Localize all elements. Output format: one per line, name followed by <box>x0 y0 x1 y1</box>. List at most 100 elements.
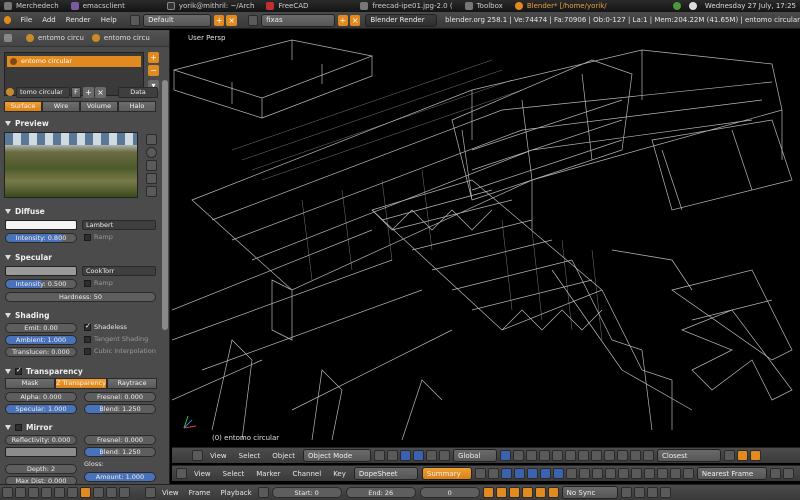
taskbar-item-merchedech[interactable]: Merchedech <box>0 2 67 10</box>
mirror-panel-header[interactable]: Mirror <box>0 420 52 434</box>
tab-surface[interactable]: Surface <box>4 101 42 112</box>
pivot-icon[interactable] <box>387 450 399 461</box>
blender-logo-icon[interactable] <box>4 16 12 24</box>
ambient-slider[interactable]: Ambient: 1.000 <box>5 335 77 345</box>
filter-curve-icon[interactable] <box>617 468 629 479</box>
only-selected-icon[interactable] <box>474 468 486 479</box>
tl-menu-playback[interactable]: Playback <box>215 489 256 497</box>
ds-menu-select[interactable]: Select <box>217 470 251 478</box>
menu-view[interactable]: View <box>204 452 233 460</box>
context-world-icon[interactable] <box>41 487 52 498</box>
properties-scrollbar[interactable] <box>162 80 168 330</box>
keying-set-icon[interactable] <box>633 487 645 498</box>
scene-icon[interactable] <box>247 14 259 26</box>
menu-help[interactable]: Help <box>96 16 122 24</box>
tab-raytrace[interactable]: Raytrace <box>107 378 157 389</box>
transparency-specular-slider[interactable]: Specular: 1.000 <box>5 404 77 414</box>
dopesheet-snap-select[interactable]: Nearest Frame <box>696 467 767 480</box>
preview-panel-header[interactable]: Preview <box>0 116 49 130</box>
end-frame-field[interactable]: End: 26 <box>345 487 416 498</box>
orientation-select[interactable]: Global <box>453 449 498 462</box>
diffuse-intensity-slider[interactable]: Intensity: 0.800 <box>5 233 77 243</box>
mode-select[interactable]: Object Mode <box>303 449 372 462</box>
material-name-field[interactable]: tomo circular <box>16 87 70 98</box>
breadcrumb-material[interactable]: entomo circu <box>104 34 150 42</box>
specular-shader-select[interactable]: CookTorr <box>82 266 156 276</box>
filter-mesh-icon[interactable] <box>604 468 616 479</box>
properties-context-icon[interactable] <box>2 487 13 498</box>
timeline-editor-icon[interactable] <box>145 487 156 498</box>
diffuse-shader-select[interactable]: Lambert <box>82 220 156 230</box>
tab-wire[interactable]: Wire <box>42 101 80 112</box>
menu-add[interactable]: Add <box>37 16 61 24</box>
context-material-icon[interactable] <box>80 487 91 498</box>
alpha-field[interactable]: Alpha: 0.000 <box>5 392 77 402</box>
link-data-select[interactable]: Data <box>118 87 158 98</box>
context-render-icon[interactable] <box>15 487 26 498</box>
snap-target-select[interactable]: Closest <box>657 449 722 462</box>
tl-menu-view[interactable]: View <box>157 489 184 497</box>
specular-intensity-slider[interactable]: Intensity: 0.500 <box>5 279 77 289</box>
rotate-icon[interactable] <box>426 450 438 461</box>
taskbar-item-terminal[interactable]: yorik@mithril: ~/Arch <box>163 2 263 10</box>
insert-key-icon[interactable] <box>646 487 658 498</box>
context-particle-icon[interactable] <box>106 487 117 498</box>
play-reverse-icon[interactable] <box>508 487 520 498</box>
menu-render[interactable]: Render <box>61 16 96 24</box>
delete-key-icon[interactable] <box>659 487 671 498</box>
shadeless-checkbox[interactable] <box>84 322 91 331</box>
diffuse-color-swatch[interactable] <box>5 220 77 230</box>
snap-icon[interactable] <box>643 450 655 461</box>
layer-4[interactable] <box>539 450 551 461</box>
context-scene-icon[interactable] <box>28 487 39 498</box>
preview-cube-button[interactable] <box>146 160 157 171</box>
transparency-panel-header[interactable]: Transparency <box>0 364 83 378</box>
render-animation-icon[interactable] <box>750 450 762 461</box>
preview-flat-button[interactable] <box>146 134 157 145</box>
network-icon[interactable] <box>672 2 681 10</box>
render-engine-select[interactable]: Blender Render <box>365 13 438 27</box>
viewport-shading-icon[interactable] <box>374 450 386 461</box>
pin-icon[interactable] <box>4 34 12 42</box>
volume-icon[interactable] <box>688 2 697 10</box>
layer-10[interactable] <box>617 450 629 461</box>
jump-prev-key-icon[interactable] <box>495 487 507 498</box>
specular-color-swatch[interactable] <box>5 266 77 276</box>
snap-align-icon[interactable] <box>724 450 736 461</box>
taskbar-item-emacs[interactable]: emacsclient <box>67 2 133 10</box>
auto-key-icon[interactable] <box>620 487 632 498</box>
transparency-checkbox[interactable] <box>15 366 22 375</box>
mirror-checkbox[interactable] <box>15 423 22 431</box>
reflectivity-field[interactable]: Reflectivity: 0.000 <box>5 435 77 445</box>
hardness-field[interactable]: Hardness: 50 <box>5 292 156 302</box>
paste-keys-icon[interactable] <box>782 468 794 479</box>
emit-field[interactable]: Emit: 0.00 <box>5 323 77 333</box>
dopesheet-mode-select[interactable]: DopeSheet <box>353 467 418 480</box>
context-modifier-icon[interactable] <box>67 487 78 498</box>
ds-menu-marker[interactable]: Marker <box>250 470 286 478</box>
dopesheet-editor-icon[interactable] <box>176 468 187 479</box>
filter-camera-icon[interactable] <box>539 468 551 479</box>
tab-z-transparency[interactable]: Z Transparency <box>55 378 107 389</box>
taskbar-item-toolbox[interactable]: Toolbox <box>461 2 511 10</box>
filter-link-icon[interactable] <box>656 468 668 479</box>
layer-5[interactable] <box>552 450 564 461</box>
layer-1[interactable] <box>500 450 512 461</box>
unlink-material-button[interactable]: × <box>95 87 106 98</box>
material-slot-item[interactable]: entomo circular <box>7 56 141 67</box>
screen-layout-icon[interactable] <box>129 14 141 26</box>
add-slot-button[interactable]: + <box>148 52 159 63</box>
preview-hair-button[interactable] <box>146 186 157 197</box>
specular-panel-header[interactable]: Specular <box>0 250 52 264</box>
filter-armature-icon[interactable] <box>630 468 642 479</box>
filter-lamp-icon[interactable] <box>565 468 577 479</box>
filter-world-icon[interactable] <box>591 468 603 479</box>
layer-7[interactable] <box>578 450 590 461</box>
ds-menu-view[interactable]: View <box>188 470 217 478</box>
layer-3[interactable] <box>526 450 538 461</box>
tangent-shading-checkbox[interactable] <box>84 336 91 343</box>
add-scene-button[interactable]: + <box>337 14 349 26</box>
transparency-fresnel-field[interactable]: Fresnel: 0.000 <box>84 392 156 402</box>
mirror-fresnel-field[interactable]: Fresnel: 0.000 <box>84 435 156 445</box>
proportional-edit-icon[interactable] <box>630 450 642 461</box>
